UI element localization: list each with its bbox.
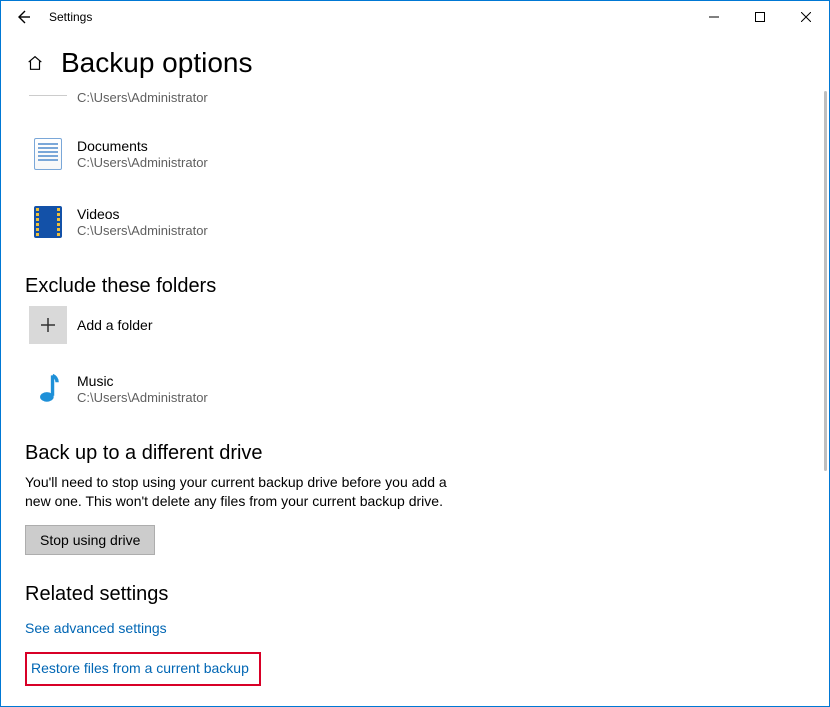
back-button[interactable] <box>1 1 45 33</box>
folder-item-videos[interactable]: Videos C:\Users\Administrator <box>29 197 805 247</box>
exclude-item-music[interactable]: Music C:\Users\Administrator <box>29 364 805 414</box>
maximize-icon <box>755 12 765 22</box>
different-drive-heading: Back up to a different drive <box>25 442 805 465</box>
plus-icon <box>40 317 56 333</box>
exclude-heading: Exclude these folders <box>25 275 805 298</box>
page-title: Backup options <box>61 47 252 79</box>
folder-item-name: Documents <box>77 138 208 154</box>
restore-link-highlight: Restore files from a current backup <box>25 652 261 686</box>
different-drive-desc: You'll need to stop using your current b… <box>25 473 465 511</box>
folder-icon-divider <box>29 95 67 103</box>
close-button[interactable] <box>783 1 829 33</box>
window-title: Settings <box>49 10 92 24</box>
music-icon <box>29 370 67 408</box>
restore-files-link[interactable]: Restore files from a current backup <box>31 660 249 676</box>
folder-item-partial[interactable]: C:\Users\Administrator <box>29 89 805 111</box>
folder-item-documents[interactable]: Documents C:\Users\Administrator <box>29 129 805 179</box>
scrollbar[interactable] <box>821 91 827 698</box>
close-icon <box>801 12 811 22</box>
folder-item-name: Music <box>77 373 208 389</box>
folder-item-path: C:\Users\Administrator <box>77 223 208 238</box>
add-folder-label: Add a folder <box>77 317 153 333</box>
folder-item-path: C:\Users\Administrator <box>77 155 208 170</box>
add-folder-button[interactable]: Add a folder <box>25 306 805 344</box>
folder-item-path: C:\Users\Administrator <box>77 390 208 405</box>
minimize-icon <box>709 12 719 22</box>
home-icon <box>26 54 44 72</box>
related-settings-heading: Related settings <box>25 583 805 606</box>
documents-icon <box>34 138 62 170</box>
home-button[interactable] <box>25 53 45 73</box>
videos-icon <box>34 206 62 238</box>
arrow-left-icon <box>15 9 31 25</box>
folder-item-path: C:\Users\Administrator <box>77 90 208 105</box>
see-advanced-settings-link[interactable]: See advanced settings <box>25 620 167 636</box>
stop-using-drive-button[interactable]: Stop using drive <box>25 525 155 555</box>
minimize-button[interactable] <box>691 1 737 33</box>
scrollbar-thumb[interactable] <box>824 91 827 471</box>
maximize-button[interactable] <box>737 1 783 33</box>
folder-item-name: Videos <box>77 206 208 222</box>
